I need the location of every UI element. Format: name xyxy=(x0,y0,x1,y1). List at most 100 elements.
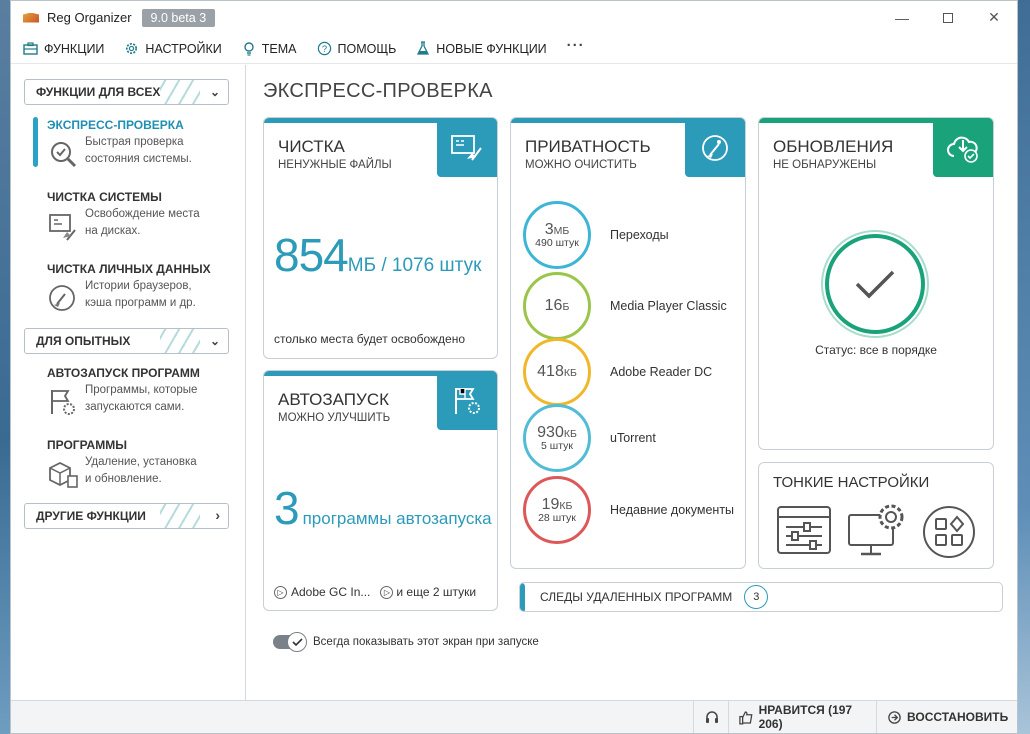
autorun-card[interactable]: АВТОЗАПУСК МОЖНО УЛУЧШИТЬ 3 программы авт… xyxy=(263,370,498,611)
cleanup-card[interactable]: ЧИСТКА НЕНУЖНЫЕ ФАЙЛЫ 854МБ / 1076 штук … xyxy=(263,117,498,359)
privacy-row[interactable]: 930 КБ 5 штук uTorrent xyxy=(523,404,656,472)
more-menu-button[interactable]: ··· xyxy=(567,37,585,54)
cleanup-size-unit: МБ / 1076 штук xyxy=(347,255,482,276)
sidebar-item-express-check[interactable]: ЭКСПРЕСС-ПРОВЕРКА Быстрая проверка состоя… xyxy=(47,118,237,168)
sidebar-item-desc: Истории браузеров, кэша программ и др. xyxy=(85,280,196,309)
minimize-button[interactable]: — xyxy=(879,1,925,34)
flag-gear-icon xyxy=(51,390,75,415)
headset-icon xyxy=(706,711,718,723)
section-header-other-label: ДРУГИЕ ФУНКЦИИ xyxy=(36,509,146,523)
privacy-size-ring: 418 КБ xyxy=(523,338,591,406)
privacy-size-unit: КБ xyxy=(563,367,577,379)
privacy-card[interactable]: ПРИВАТНОСТЬ МОЖНО ОЧИСТИТЬ 3 МБ 490 штук Пе… xyxy=(510,117,746,569)
sidebar-item-programs[interactable]: ПРОГРАММЫ Удаление, установка и обновлени… xyxy=(47,438,237,488)
settings-panel-icon[interactable] xyxy=(776,505,832,557)
cleanup-card-badge xyxy=(437,118,497,177)
sidebar-item-title: АВТОЗАПУСК ПРОГРАММ xyxy=(47,366,200,380)
show-on-startup-toggle[interactable] xyxy=(273,632,307,652)
privacy-brush-icon xyxy=(49,285,75,311)
privacy-size-unit: Б xyxy=(562,301,570,313)
section-header-advanced[interactable]: ДЛЯ ОПЫТНЫХ ⌄ xyxy=(24,328,229,354)
apps-grid-icon[interactable] xyxy=(922,505,976,559)
toolbox-icon xyxy=(23,42,38,55)
privacy-size-unit: КБ xyxy=(563,428,577,440)
menu-new-features[interactable]: НОВЫЕ ФУНКЦИИ xyxy=(416,41,547,56)
restore-button[interactable]: ВОССТАНОВИТЬ xyxy=(876,701,1018,733)
deleted-program-traces-bar[interactable]: СЛЕДЫ УДАЛЕННЫХ ПРОГРАММ 3 xyxy=(519,582,1003,612)
sidebar-item-title: ПРОГРАММЫ xyxy=(47,438,127,452)
cloud-download-icon xyxy=(947,136,978,163)
menu-settings[interactable]: НАСТРОЙКИ xyxy=(124,41,222,56)
autorun-card-subtitle: МОЖНО УЛУЧШИТЬ xyxy=(278,412,391,424)
menu-settings-label: НАСТРОЙКИ xyxy=(145,41,222,56)
privacy-item-count: 28 штук xyxy=(538,512,576,524)
thumbs-up-icon xyxy=(739,710,753,725)
more-dots-icon: ··· xyxy=(566,37,585,54)
privacy-row[interactable]: 3 МБ 490 штук Переходы xyxy=(523,201,669,269)
privacy-size-ring: 16 Б xyxy=(523,272,591,340)
sidebar: ФУНКЦИИ ДЛЯ ВСЕХ ⌄ ЭКСПРЕСС-ПРОВЕРКА Быс… xyxy=(11,65,246,701)
restore-icon xyxy=(888,710,901,724)
section-header-all[interactable]: ФУНКЦИИ ДЛЯ ВСЕХ ⌄ xyxy=(24,79,229,105)
privacy-row[interactable]: 19 КБ 28 штук Недавние документы xyxy=(523,476,734,544)
sidebar-item-autorun[interactable]: АВТОЗАПУСК ПРОГРАММ Программы, которые за… xyxy=(47,366,237,416)
menu-new-features-label: НОВЫЕ ФУНКЦИИ xyxy=(436,41,547,56)
privacy-row-label: Недавние документы xyxy=(610,503,735,517)
checkmark-icon xyxy=(855,270,895,299)
privacy-item-count: 5 штук xyxy=(541,440,573,452)
sidebar-item-desc: Быстрая проверка состояния системы. xyxy=(85,136,192,165)
sidebar-item-privacy-cleanup[interactable]: ЧИСТКА ЛИЧНЫХ ДАННЫХ Истории браузеров, к… xyxy=(47,262,237,312)
show-on-startup-label: Всегда показывать этот экран при запуске xyxy=(313,636,539,648)
status-bar: НРАВИТСЯ (197 206) ВОССТАНОВИТЬ xyxy=(11,700,1017,733)
menu-functions[interactable]: ФУНКЦИИ xyxy=(23,42,104,56)
privacy-size-value: 418 xyxy=(537,363,564,380)
title-bar[interactable]: Reg Organizer 9.0 beta 3 — ✕ xyxy=(11,1,1017,34)
privacy-item-count: 490 штук xyxy=(535,237,579,249)
tweaks-card[interactable]: ТОНКИЕ НАСТРОЙКИ xyxy=(758,462,994,569)
autorun-more-link[interactable]: и еще 2 штуки xyxy=(396,585,476,599)
monitor-gear-icon[interactable] xyxy=(847,501,909,559)
section-header-advanced-label: ДЛЯ ОПЫТНЫХ xyxy=(36,334,131,348)
privacy-card-subtitle: МОЖНО ОЧИСТИТЬ xyxy=(525,159,637,171)
cleanup-card-title: ЧИСТКА xyxy=(278,137,345,156)
cleanup-icon xyxy=(49,214,76,241)
updates-card-badge xyxy=(933,118,993,177)
menu-theme-label: ТЕМА xyxy=(261,41,297,56)
privacy-row[interactable]: 16 Б Media Player Classic xyxy=(523,272,727,340)
support-button[interactable] xyxy=(693,701,728,733)
svg-text:?: ? xyxy=(321,44,326,54)
autorun-count-value: 3 программы автозапуска xyxy=(274,482,492,534)
menu-theme[interactable]: ТЕМА xyxy=(242,41,297,56)
updates-card[interactable]: ОБНОВЛЕНИЯ НЕ ОБНАРУЖЕНЫ Статус: все в п… xyxy=(758,117,994,450)
header-stripes-decor xyxy=(160,80,200,104)
privacy-card-badge xyxy=(685,118,745,177)
traces-count-badge: 3 xyxy=(744,585,769,609)
sidebar-item-title: ЧИСТКА ЛИЧНЫХ ДАННЫХ xyxy=(47,262,211,276)
traces-label: СЛЕДЫ УДАЛЕННЫХ ПРОГРАММ xyxy=(540,590,733,604)
updates-card-subtitle: НЕ ОБНАРУЖЕНЫ xyxy=(773,159,877,171)
sidebar-item-title: ЭКСПРЕСС-ПРОВЕРКА xyxy=(47,118,184,132)
gear-icon xyxy=(126,42,138,55)
box-trash-icon xyxy=(49,461,78,488)
like-count: НРАВИТСЯ (197 206) xyxy=(758,703,853,731)
main-panel: ЭКСПРЕСС-ПРОВЕРКА ЧИСТКА НЕНУЖНЫЕ ФАЙЛЫ … xyxy=(247,65,1019,701)
active-indicator xyxy=(33,117,38,167)
menu-help[interactable]: ? ПОМОЩЬ xyxy=(317,41,396,56)
privacy-row-label: uTorrent xyxy=(610,431,656,445)
section-header-other[interactable]: ДРУГИЕ ФУНКЦИИ › xyxy=(24,503,229,529)
privacy-card-header: ПРИВАТНОСТЬ МОЖНО ОЧИСТИТЬ xyxy=(511,118,745,177)
section-header-all-label: ФУНКЦИИ ДЛЯ ВСЕХ xyxy=(36,85,161,99)
maximize-button[interactable] xyxy=(925,1,971,34)
sidebar-item-system-cleanup[interactable]: ЧИСТКА СИСТЕМЫ Освобождение места на диск… xyxy=(47,190,237,241)
privacy-card-title: ПРИВАТНОСТЬ xyxy=(525,137,651,156)
like-button[interactable]: НРАВИТСЯ (197 206) xyxy=(728,701,876,733)
cleanup-card-header: ЧИСТКА НЕНУЖНЫЕ ФАЙЛЫ xyxy=(264,118,497,177)
privacy-row[interactable]: 418 КБ Adobe Reader DC xyxy=(523,338,712,406)
autorun-item-1[interactable]: Adobe GC In... xyxy=(291,585,370,599)
status-ok-ring xyxy=(821,230,929,338)
autorun-more-icon: ▷ xyxy=(380,585,394,599)
autorun-item-icon: ▷ xyxy=(274,585,287,599)
toggle-knob xyxy=(287,632,307,652)
close-button[interactable]: ✕ xyxy=(971,1,1017,34)
header-stripes-decor xyxy=(160,504,200,528)
